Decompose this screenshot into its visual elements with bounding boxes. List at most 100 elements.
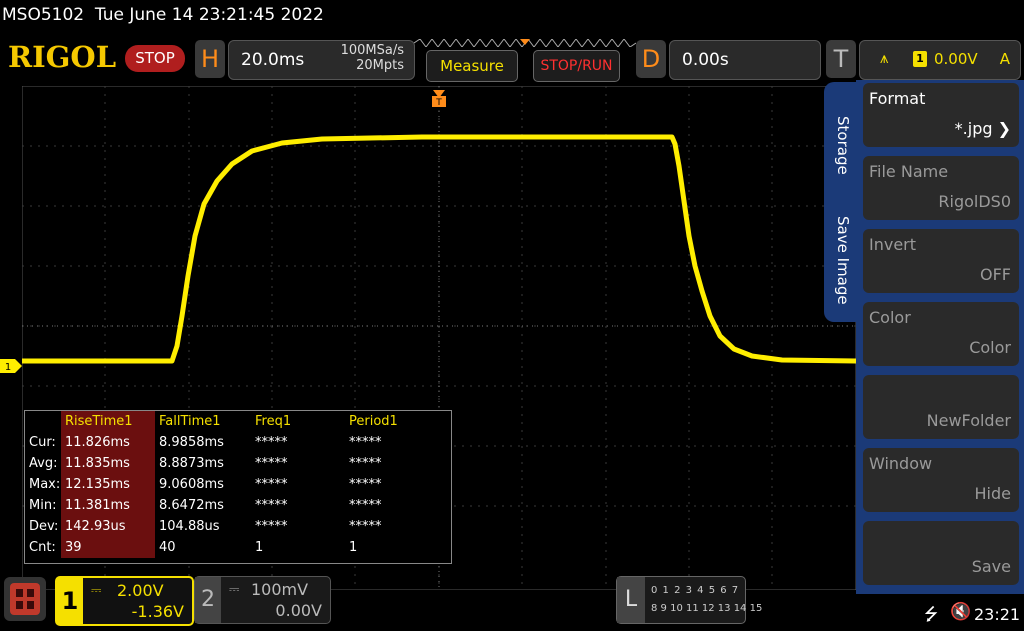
logic-analyzer-panel[interactable]: L 0 1 2 3 4 5 6 7 8 9 10 11 12 13 14 15 bbox=[616, 576, 762, 624]
table-cell: ***** bbox=[255, 477, 288, 492]
timebase-value: 20.0ms bbox=[241, 50, 305, 70]
menu-item-invert[interactable]: Invert OFF bbox=[863, 229, 1019, 293]
menu-item-value: RigolDS0 bbox=[938, 192, 1011, 211]
table-cell: 40 bbox=[159, 540, 176, 555]
table-row: Cnt: 39 40 1 1 bbox=[25, 537, 439, 558]
navigation-button[interactable] bbox=[4, 577, 46, 621]
table-cell: 1 bbox=[349, 540, 358, 555]
row-label: Avg: bbox=[29, 456, 58, 471]
channel-2-number: 2 bbox=[195, 577, 221, 623]
channel-1-marker-label: 1 bbox=[5, 362, 11, 373]
menu-item-color[interactable]: Color Color bbox=[863, 302, 1019, 366]
menu-item-key: Color bbox=[869, 308, 911, 327]
row-label: Max: bbox=[29, 477, 61, 492]
menu-item-key: Window bbox=[869, 454, 933, 473]
table-cell: 8.8873ms bbox=[159, 456, 224, 471]
table-cell: ***** bbox=[349, 456, 382, 471]
trigger-panel[interactable]: ⩚ 1 0.00V A bbox=[859, 40, 1021, 80]
menu-item-value: OFF bbox=[980, 265, 1011, 284]
side-menu-tab[interactable]: Storage Save Image bbox=[824, 82, 858, 322]
tab-save-image[interactable]: Save Image bbox=[834, 216, 852, 305]
run-state-badge[interactable]: STOP bbox=[125, 45, 185, 72]
row-label: Cnt: bbox=[29, 540, 56, 555]
table-cell: 9.0608ms bbox=[159, 477, 224, 492]
svg-text:T: T bbox=[435, 98, 442, 108]
delay-panel[interactable]: 0.00s bbox=[669, 40, 821, 80]
column-header[interactable]: RiseTime1 bbox=[61, 411, 155, 432]
table-cell: ***** bbox=[349, 435, 382, 450]
delay-value: 0.00s bbox=[682, 50, 729, 70]
menu-item-value: Hide bbox=[974, 484, 1011, 503]
table-cell: 1 bbox=[255, 540, 264, 555]
rigol-logo: RIGOL bbox=[8, 40, 117, 74]
usb-icon: ⭍ bbox=[924, 605, 939, 625]
table-cell: 11.381ms bbox=[61, 495, 155, 516]
channel-2-scale: 100mV bbox=[251, 580, 309, 599]
trigger-channel-badge: 1 bbox=[913, 51, 927, 67]
dc-coupling-icon: ⎓ bbox=[229, 582, 240, 597]
logic-key: L bbox=[617, 577, 645, 623]
menu-item-key: Invert bbox=[869, 235, 917, 254]
column-header[interactable]: Period1 bbox=[345, 411, 439, 432]
measurement-header-row: RiseTime1 FallTime1 Freq1 Period1 bbox=[25, 411, 439, 432]
speaker-muted-icon[interactable]: 🔇 bbox=[950, 602, 971, 622]
menu-item-value: *.jpg ❯ bbox=[954, 119, 1011, 138]
memory-position-bar bbox=[414, 39, 636, 47]
column-header[interactable]: FallTime1 bbox=[155, 411, 251, 432]
column-header[interactable]: Freq1 bbox=[251, 411, 345, 432]
row-label: Cur: bbox=[29, 435, 56, 450]
measure-button[interactable]: Measure bbox=[426, 50, 518, 82]
table-cell: 8.9858ms bbox=[159, 435, 224, 450]
table-cell: ***** bbox=[255, 498, 288, 513]
channel-2-panel[interactable]: 2 ⎓ 100mV 0.00V bbox=[194, 576, 331, 624]
table-cell: ***** bbox=[255, 435, 288, 450]
trigger-level: 0.00V bbox=[934, 50, 978, 68]
channel-1-number: 1 bbox=[57, 578, 83, 624]
memory-depth: 20Mpts bbox=[356, 58, 404, 73]
device-title: MSO5102 Tue June 14 23:21:45 2022 bbox=[2, 5, 324, 25]
sample-rate: 100MSa/s bbox=[340, 43, 404, 58]
channel-2-offset: 0.00V bbox=[275, 601, 322, 620]
table-row: Min: 11.381ms 8.6472ms ***** ***** bbox=[25, 495, 439, 516]
table-cell: 11.826ms bbox=[61, 432, 155, 453]
model-name: MSO5102 bbox=[2, 5, 85, 25]
menu-item-value: Save bbox=[971, 557, 1011, 576]
digital-channels-row-2: 8 9 10 11 12 13 14 15 bbox=[651, 603, 763, 614]
channel-1-panel[interactable]: 1 ⎓ 2.00V -1.36V bbox=[55, 576, 194, 626]
stop-run-button[interactable]: STOP/RUN bbox=[533, 50, 620, 82]
trigger-mode: A bbox=[999, 50, 1010, 68]
table-cell: 11.835ms bbox=[61, 453, 155, 474]
table-row: Cur: 11.826ms 8.9858ms ***** ***** bbox=[25, 432, 439, 453]
menu-item-value: Color bbox=[969, 338, 1011, 357]
menu-item-file-name[interactable]: File Name RigolDS0 bbox=[863, 156, 1019, 220]
tab-storage[interactable]: Storage bbox=[834, 116, 852, 175]
status-clock: 23:21 bbox=[974, 605, 1021, 624]
row-label: Min: bbox=[29, 498, 57, 513]
dc-coupling-icon: ⎓ bbox=[91, 583, 102, 598]
side-menu: Format *.jpg ❯ File Name RigolDS0 Invert… bbox=[856, 80, 1024, 594]
table-cell: 39 bbox=[61, 537, 155, 558]
table-row: Dev: 142.93us 104.88us ***** ***** bbox=[25, 516, 439, 537]
menu-item-save[interactable]: Save bbox=[863, 521, 1019, 585]
channel-1-marker[interactable]: 1 bbox=[0, 359, 22, 373]
grid-menu-icon bbox=[10, 583, 40, 615]
table-cell: ***** bbox=[349, 498, 382, 513]
table-cell: ***** bbox=[349, 477, 382, 492]
digital-channels-row-1: 0 1 2 3 4 5 6 7 bbox=[651, 585, 740, 596]
rising-edge-icon: ⩚ bbox=[880, 49, 889, 67]
menu-item-format[interactable]: Format *.jpg ❯ bbox=[863, 83, 1019, 147]
table-cell: ***** bbox=[255, 519, 288, 534]
delay-key[interactable]: D bbox=[636, 40, 666, 78]
horizontal-key[interactable]: H bbox=[195, 40, 225, 78]
table-cell: 142.93us bbox=[61, 516, 155, 537]
row-label: Dev: bbox=[29, 519, 59, 534]
menu-item-key: Format bbox=[869, 89, 926, 108]
horizontal-panel[interactable]: 20.0ms 100MSa/s 20Mpts bbox=[228, 40, 415, 80]
channel-1-offset: -1.36V bbox=[131, 602, 184, 621]
measurement-table: RiseTime1 FallTime1 Freq1 Period1 Cur: 1… bbox=[24, 410, 452, 564]
menu-item-new-folder[interactable]: NewFolder bbox=[863, 375, 1019, 439]
table-cell: 104.88us bbox=[159, 519, 220, 534]
menu-item-window[interactable]: Window Hide bbox=[863, 448, 1019, 512]
trigger-key[interactable]: T bbox=[826, 40, 856, 78]
date-time: Tue June 14 23:21:45 2022 bbox=[94, 5, 324, 25]
